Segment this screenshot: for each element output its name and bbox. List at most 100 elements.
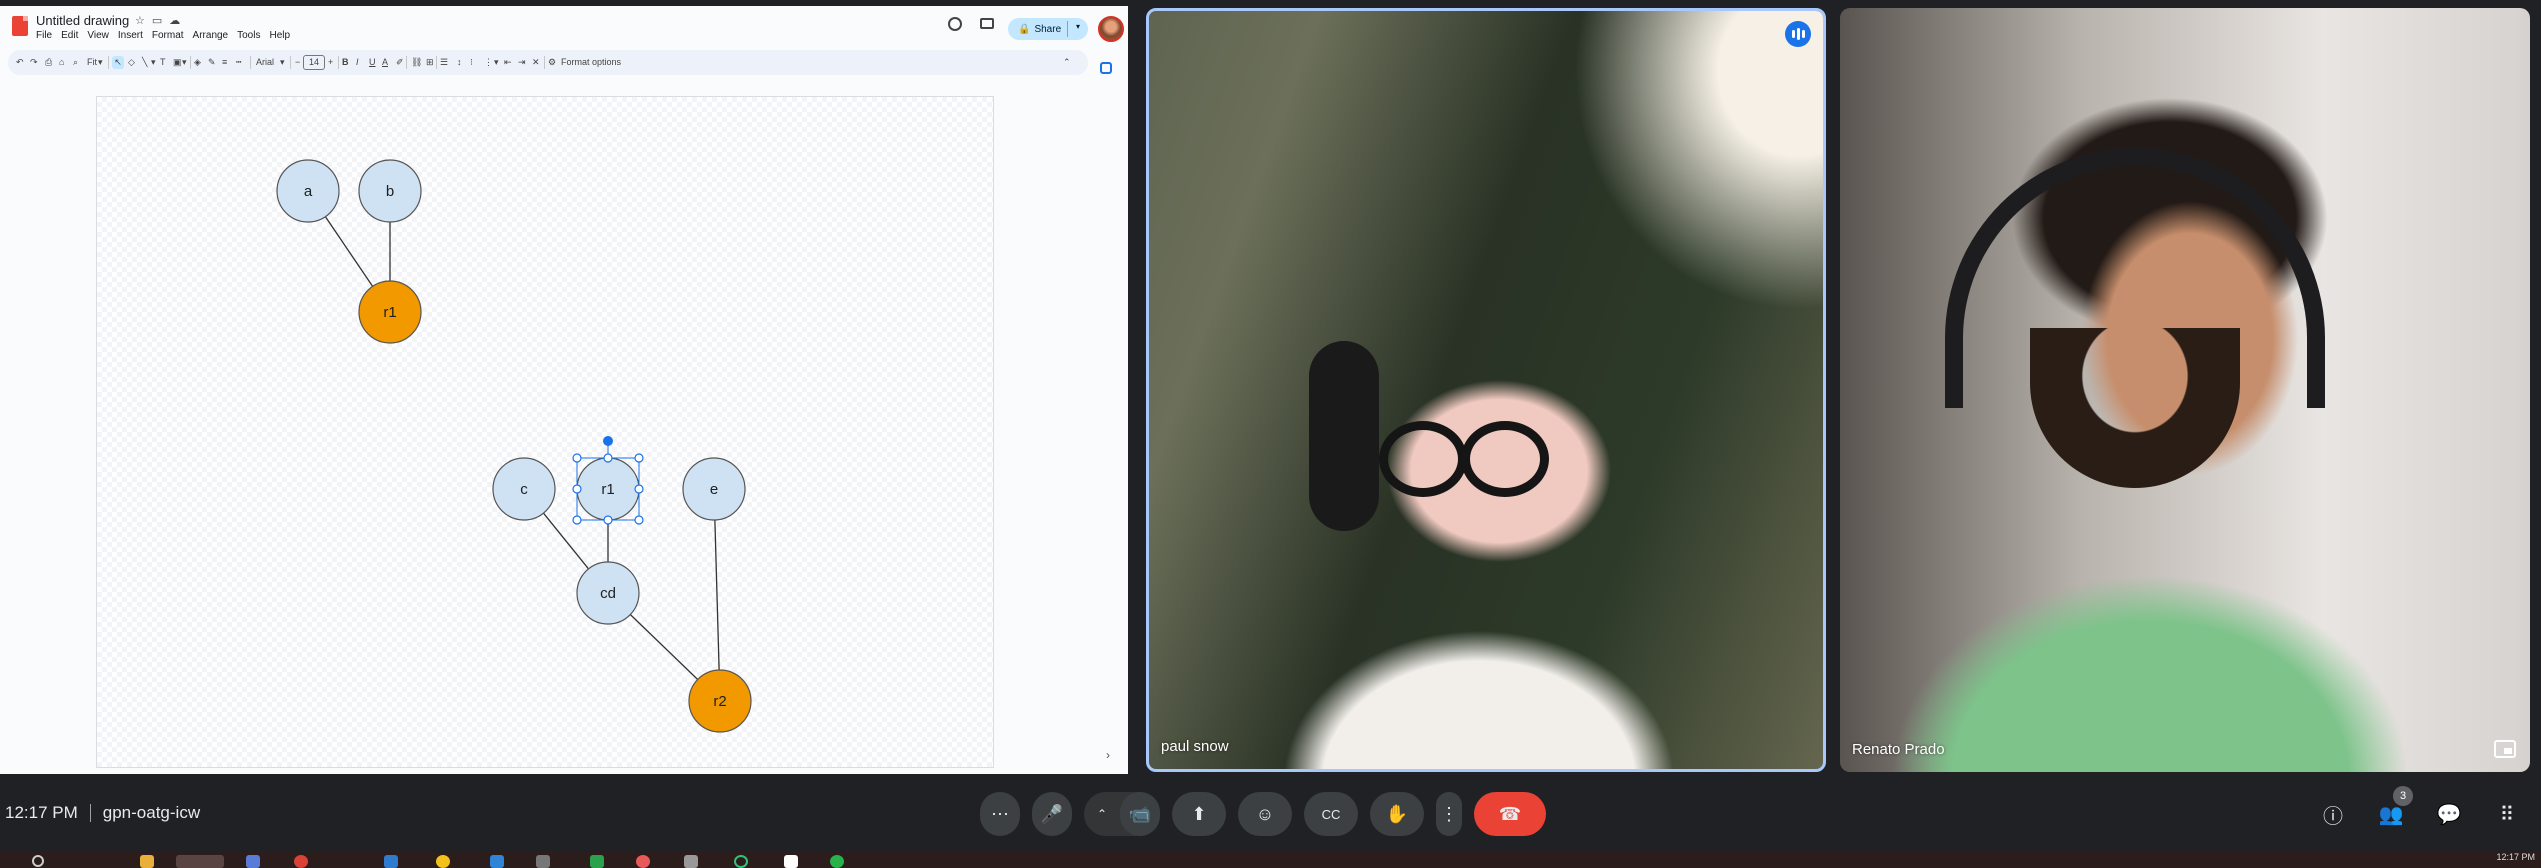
taskbar-app-icon[interactable] [490,855,504,868]
resize-handle[interactable] [634,515,644,525]
list-chevron-icon[interactable]: ▾ [494,56,499,69]
microphone-button[interactable]: 🎤 [1032,792,1072,836]
diagram-node-r1[interactable]: r1 [358,280,422,344]
chat-button[interactable]: 💬 [2435,802,2463,826]
zoom-chevron-icon[interactable]: ▾ [98,56,103,69]
redo-icon[interactable]: ↷ [30,56,38,69]
diagram-edge[interactable] [323,214,375,289]
chevron-down-icon[interactable]: ▾ [1076,22,1080,31]
diagram-node-e[interactable]: e [682,457,746,521]
resize-handle[interactable] [603,515,613,525]
zoom-select[interactable]: Fit [87,56,97,69]
taskbar-app-icon[interactable] [436,855,450,868]
leave-call-button[interactable]: ☎ [1474,792,1546,836]
calendar-icon[interactable] [1100,62,1112,74]
resize-handle[interactable] [634,484,644,494]
line-spacing-icon[interactable]: ↕ [457,56,462,69]
font-size-input[interactable]: 14 [303,55,325,70]
taskbar-app-icon[interactable] [294,855,308,868]
chrome-taskbar-icon[interactable] [176,855,224,868]
rotate-handle[interactable] [603,436,613,446]
taskbar-app-icon[interactable] [734,855,748,868]
activities-button[interactable]: ⠿ [2493,802,2521,826]
taskbar-app-icon[interactable] [384,855,398,868]
diagram-node-c[interactable]: c [492,457,556,521]
line-tool-icon[interactable]: ╲ [142,56,147,69]
line-chevron-icon[interactable]: ▾ [151,56,156,69]
zoom-icon[interactable]: ⌕ [73,56,78,69]
highlight-icon[interactable]: ✐ [396,56,404,69]
text-box-icon[interactable]: T [160,56,166,69]
taskbar-app-icon[interactable] [684,855,698,868]
share-button[interactable]: 🔒 Share ▾ [1008,18,1088,40]
move-folder-icon[interactable]: ▭ [152,15,169,27]
font-select[interactable]: Arial [256,56,274,69]
menu-edit[interactable]: Edit [61,30,78,41]
decrease-font-size-icon[interactable]: − [295,56,300,69]
more-options-button[interactable]: ⋯ [980,792,1020,836]
menu-tools[interactable]: Tools [237,30,260,41]
cloud-status-icon[interactable]: ☁ [169,15,187,27]
underline-icon[interactable]: U [369,56,376,69]
menu-insert[interactable]: Insert [118,30,143,41]
resize-handle[interactable] [634,453,644,463]
diagram-edge[interactable] [628,612,700,682]
menu-view[interactable]: View [87,30,109,41]
camera-options-chevron-icon[interactable]: ⌃ [1084,792,1120,836]
diagram-node-r1[interactable]: r1 [576,457,640,521]
participant-tile-renato-prado[interactable]: Renato Prado [1840,8,2530,772]
menu-format[interactable]: Format [152,30,184,41]
bulleted-list-icon[interactable]: ⁝ [470,56,473,69]
more-actions-button[interactable]: ⋮ [1436,792,1462,836]
taskbar-app-icon[interactable] [784,855,798,868]
system-clock[interactable]: 12:17 PM [2496,852,2535,862]
paint-format-icon[interactable]: ⌂ [59,56,64,69]
diagram-node-a[interactable]: a [276,159,340,223]
resize-handle[interactable] [603,453,613,463]
fill-color-icon[interactable]: ◈ [194,56,201,69]
raise-hand-button[interactable]: ✋ [1370,792,1424,836]
print-icon[interactable]: ⎙ [45,56,52,69]
taskbar-app-icon[interactable] [636,855,650,868]
captions-button[interactable]: CC [1304,792,1358,836]
version-history-icon[interactable] [948,17,962,31]
menu-help[interactable]: Help [269,30,290,41]
format-options-icon[interactable]: ⚙ [548,56,556,69]
menu-file[interactable]: File [36,30,52,41]
resize-handle[interactable] [572,515,582,525]
diagram-node-b[interactable]: b [358,159,422,223]
taskbar-app-icon[interactable] [830,855,844,868]
taskbar-app-icon[interactable] [246,855,260,868]
text-color-icon[interactable]: A [382,56,388,69]
resize-handle[interactable] [572,484,582,494]
people-button[interactable]: 👥 3 [2377,786,2413,826]
image-chevron-icon[interactable]: ▾ [182,56,187,69]
font-chevron-icon[interactable]: ▾ [280,56,285,69]
meeting-details-button[interactable]: ⓘ [2319,802,2347,828]
meeting-code[interactable]: gpn-oatg-icw [103,803,200,823]
align-icon[interactable]: ☰ [440,56,448,69]
picture-in-picture-icon[interactable] [2494,740,2516,758]
undo-icon[interactable]: ↶ [16,56,24,69]
diagram-node-r2[interactable]: r2 [688,669,752,733]
document-title[interactable]: Untitled drawing [36,13,129,28]
shape-tool-icon[interactable]: ◇ [128,56,135,69]
increase-indent-icon[interactable]: ⇥ [518,56,526,69]
present-screen-button[interactable]: ⬆ [1172,792,1226,836]
taskbar-app-icon[interactable] [590,855,604,868]
camera-button[interactable]: 📹 [1120,792,1160,836]
menu-arrange[interactable]: Arrange [193,30,229,41]
add-comment-icon[interactable]: ⊞ [426,56,434,69]
clear-formatting-icon[interactable]: ✕ [532,56,540,69]
collapse-toolbar-icon[interactable]: ⌃ [1063,56,1071,69]
account-avatar[interactable] [1098,16,1124,42]
bold-icon[interactable]: B [342,56,349,69]
increase-font-size-icon[interactable]: + [328,56,333,69]
format-options-button[interactable]: Format options [561,56,621,69]
border-dash-icon[interactable]: ┅ [236,56,241,69]
select-tool-icon[interactable]: ↖ [112,56,124,69]
star-icon[interactable]: ☆ [135,15,152,27]
border-color-icon[interactable]: ✎ [208,56,216,69]
file-explorer-icon[interactable] [140,855,154,868]
expand-side-panel-icon[interactable]: › [1106,748,1110,762]
